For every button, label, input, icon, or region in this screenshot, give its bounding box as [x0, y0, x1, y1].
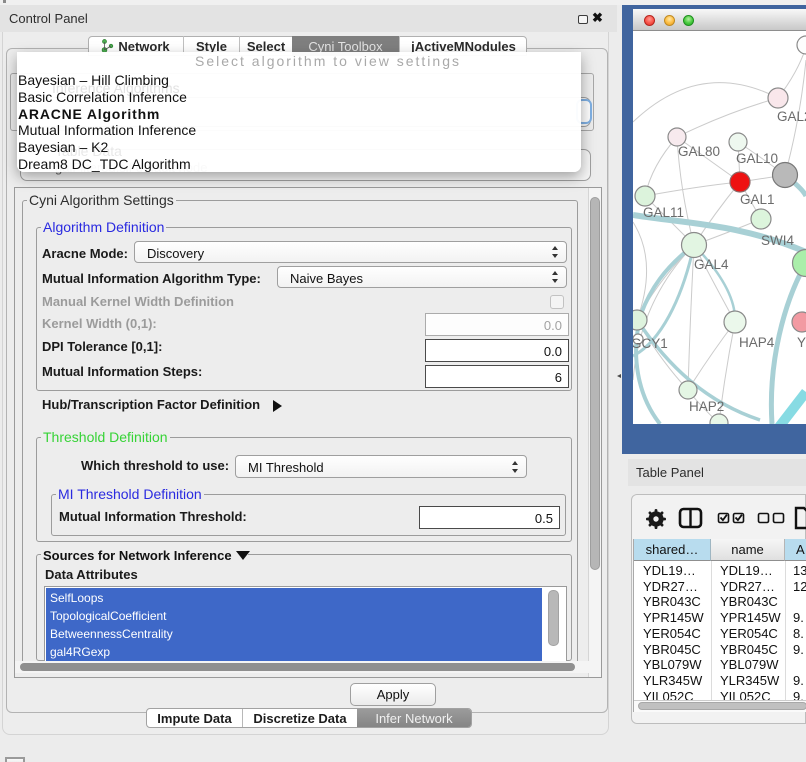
svg-text:GAL4: GAL4	[694, 257, 729, 272]
svg-text:HAP2: HAP2	[689, 399, 724, 414]
svg-text:YE: YE	[797, 335, 806, 350]
svg-text:GAL2: GAL2	[777, 109, 806, 124]
svg-text:SWI4: SWI4	[761, 233, 794, 248]
svg-text:GAL10: GAL10	[736, 151, 778, 166]
svg-text:GAL11: GAL11	[643, 205, 684, 220]
svg-text:GAL80: GAL80	[678, 144, 720, 159]
svg-text:GAL1: GAL1	[740, 192, 775, 207]
svg-text:GCY1: GCY1	[633, 336, 668, 351]
svg-text:HAP4: HAP4	[739, 335, 775, 350]
